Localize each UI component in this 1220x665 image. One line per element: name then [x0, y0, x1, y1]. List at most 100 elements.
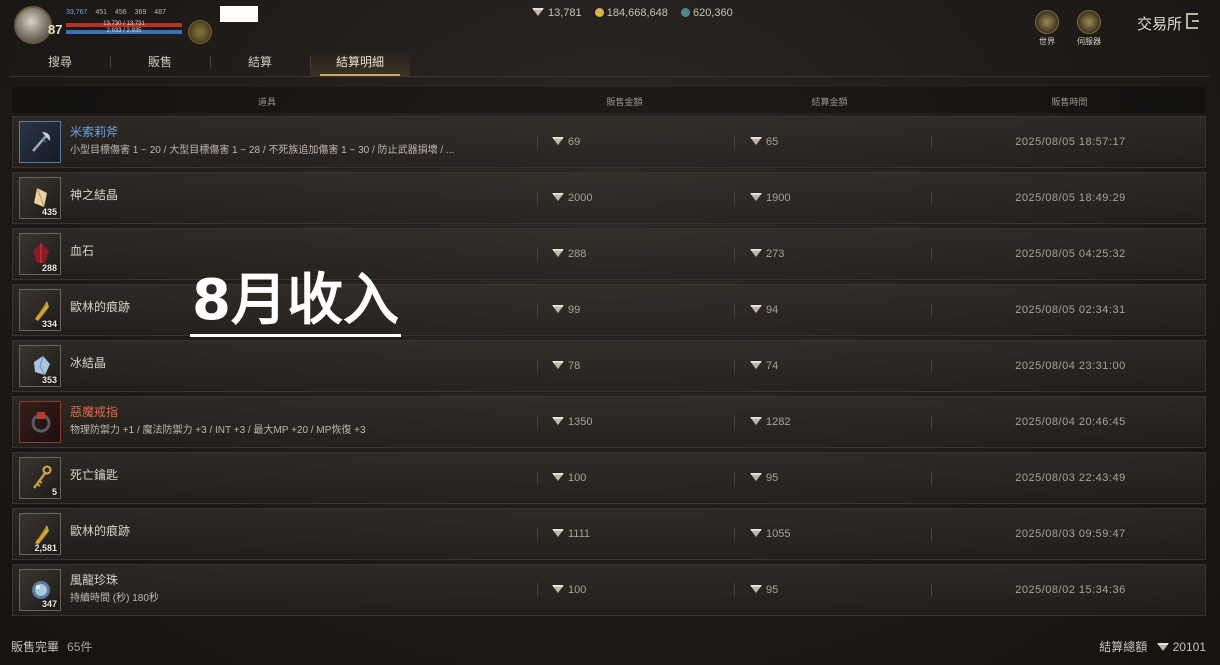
sale-time: 2025/08/04 23:31:00: [1015, 360, 1126, 372]
column-divider: [734, 303, 735, 317]
stat-5: 487: [154, 9, 166, 16]
avatar[interactable]: [14, 6, 52, 44]
settle-amount: 1282: [750, 416, 790, 428]
table-row[interactable]: 米索莉斧 小型目標傷害 1 ~ 20 / 大型目標傷害 1 ~ 28 / 不死族追…: [12, 116, 1206, 168]
item-icon-box[interactable]: 435: [19, 177, 61, 219]
settle-value: 95: [766, 472, 779, 484]
diamond-icon: [552, 193, 564, 201]
column-divider: [537, 247, 538, 261]
settle-value: 74: [766, 360, 779, 372]
gold-currency: 184,668,648: [594, 7, 668, 19]
redacted-name-box: [220, 6, 258, 22]
column-divider: [931, 303, 932, 317]
tab-divider: [10, 76, 1210, 77]
sale-value: 99: [568, 304, 581, 316]
tab-settle[interactable]: 結算: [210, 50, 310, 76]
column-divider: [734, 415, 735, 429]
item-name: 歐林的痕跡: [70, 300, 131, 314]
settle-value: 1055: [766, 528, 791, 540]
table-row[interactable]: 2,581 歐林的痕跡 1111 1055 2025/08/03 09:59:47: [12, 508, 1206, 560]
sale-value: 2000: [568, 192, 593, 204]
settle-total: 結算總額 20101: [1099, 638, 1206, 655]
column-divider: [734, 191, 735, 205]
column-divider: [931, 527, 932, 541]
item-description: 物理防禦力 +1 / 魔法防禦力 +3 / INT +3 / 最大MP +20 …: [70, 425, 366, 436]
column-divider: [734, 247, 735, 261]
player-stats: 33,767 451 456 369 487: [66, 9, 172, 16]
diamond-icon: [552, 249, 564, 257]
sale-value: 69: [568, 136, 581, 148]
item-icon-box[interactable]: 2,581: [19, 513, 61, 555]
item-name: 死亡鑰匙: [70, 468, 119, 482]
exit-icon[interactable]: [1186, 13, 1199, 29]
server-button[interactable]: 伺服器: [1077, 10, 1101, 47]
sale-amount: 1350: [552, 416, 592, 428]
sale-value: 78: [568, 360, 581, 372]
diamond-icon: [532, 8, 544, 16]
item-icon-box[interactable]: [19, 401, 61, 443]
column-divider: [734, 583, 735, 597]
column-divider: [931, 471, 932, 485]
item-icon-box[interactable]: 5: [19, 457, 61, 499]
item-icon-box[interactable]: 288: [19, 233, 61, 275]
tab-settle-details[interactable]: 結算明細: [310, 50, 410, 76]
server-icon: [1077, 10, 1101, 34]
item-icon-box[interactable]: 334: [19, 289, 61, 331]
total-label: 結算總額: [1099, 640, 1148, 654]
item-quantity: 353: [41, 375, 57, 385]
item-quantity: 288: [41, 263, 57, 273]
sale-value: 100: [568, 584, 587, 596]
item-icon-box[interactable]: 347: [19, 569, 61, 611]
item-name: 神之結晶: [70, 188, 119, 202]
diamond-icon: [1156, 643, 1169, 651]
column-divider: [734, 471, 735, 485]
diamond-icon: [750, 473, 762, 481]
diamond-amount: 13,781: [548, 7, 582, 19]
tab-sell[interactable]: 販售: [110, 50, 210, 76]
diamond-icon: [750, 529, 762, 537]
sale-amount: 1111: [552, 528, 590, 540]
settle-amount: 1055: [750, 528, 790, 540]
column-divider: [734, 135, 735, 149]
diamond-icon: [750, 249, 762, 257]
settle-value: 65: [766, 136, 779, 148]
item-icon-box[interactable]: 353: [19, 345, 61, 387]
column-divider: [537, 359, 538, 373]
table-row[interactable]: 惡魔戒指物理防禦力 +1 / 魔法防禦力 +3 / INT +3 / 最大MP …: [12, 396, 1206, 448]
sale-amount: 100: [552, 584, 586, 596]
hp-text: 13,730 / 13,731: [103, 21, 145, 27]
clan-emblem-icon[interactable]: [188, 20, 212, 44]
column-settle-amount: 結算金額: [811, 97, 848, 107]
sale-time: 2025/08/03 09:59:47: [1015, 528, 1126, 540]
item-name: 歐林的痕跡: [70, 524, 131, 538]
settle-amount: 95: [750, 584, 778, 596]
item-quantity: 334: [41, 319, 57, 329]
item-quantity: 435: [41, 207, 57, 217]
column-divider: [931, 135, 932, 149]
sale-value: 288: [568, 248, 587, 260]
item-icon-box[interactable]: [19, 121, 61, 163]
settle-amount: 95: [750, 472, 778, 484]
table-row[interactable]: 353 冰結晶 78 74 2025/08/04 23:31:00: [12, 340, 1206, 392]
column-divider: [537, 135, 538, 149]
diamond-icon: [552, 417, 564, 425]
tab-bar: 搜尋 販售 結算 結算明細: [10, 50, 410, 76]
diamond-icon: [552, 361, 564, 369]
item-name: 惡魔戒指: [70, 405, 119, 419]
table-row[interactable]: 435 神之結晶 2000 1900 2025/08/05 18:49:29: [12, 172, 1206, 224]
diamond-icon: [750, 305, 762, 313]
settle-amount: 94: [750, 304, 778, 316]
diamond-icon: [552, 529, 564, 537]
column-sale-time: 販售時間: [1051, 97, 1088, 107]
world-button[interactable]: 世界: [1035, 10, 1059, 47]
column-divider: [931, 583, 932, 597]
table-row[interactable]: 5 死亡鑰匙 100 95 2025/08/03 22:43:49: [12, 452, 1206, 504]
column-divider: [931, 359, 932, 373]
stat-2: 451: [95, 9, 108, 16]
table-row[interactable]: 347 風龍珍珠 持續時間 (秒) 180秒 100 95 2025/08/02 15:3…: [12, 564, 1206, 616]
mp-text: 2,933 / 2,935: [106, 28, 142, 34]
sale-value: 1350: [568, 416, 593, 428]
settle-value: 273: [766, 248, 785, 260]
tab-search[interactable]: 搜尋: [10, 50, 110, 76]
column-divider: [931, 191, 932, 205]
